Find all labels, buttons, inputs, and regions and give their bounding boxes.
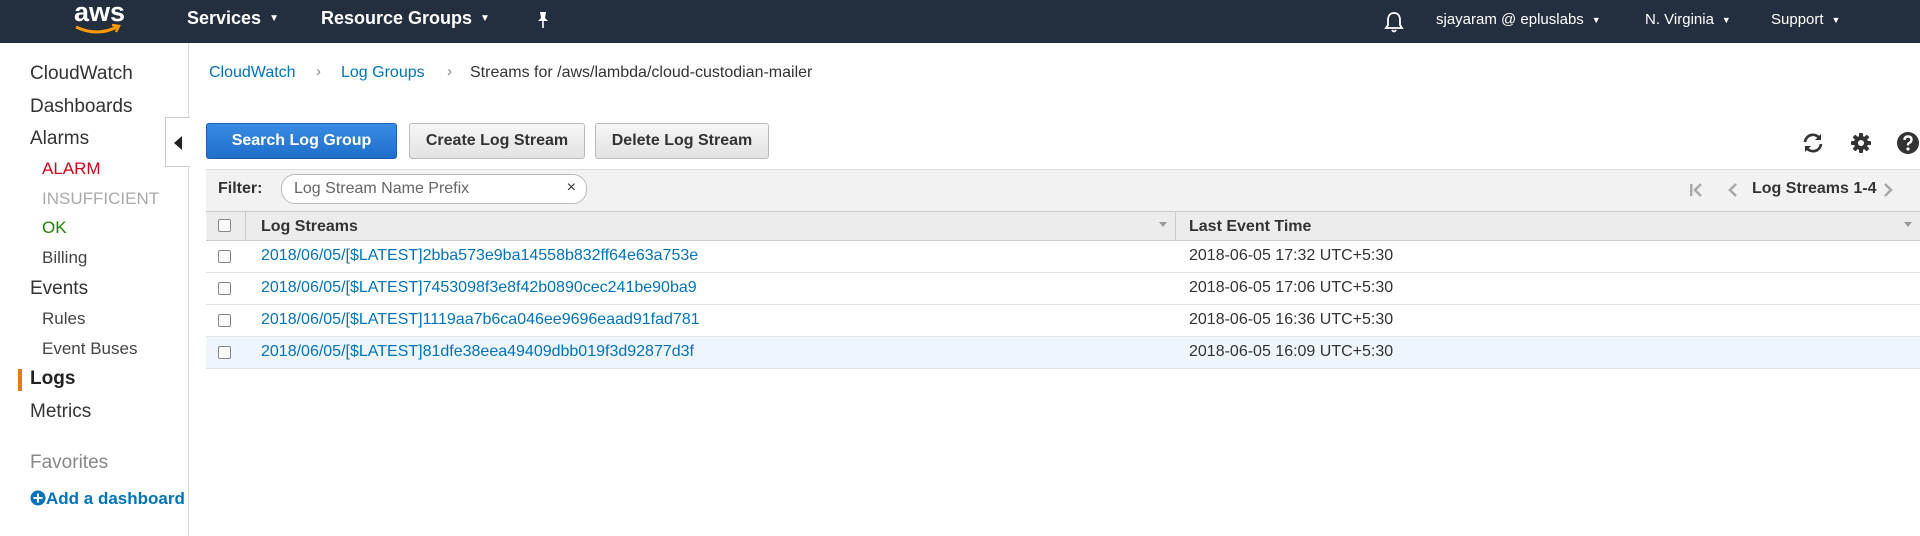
table-header: Log Streams Last Event Time (206, 211, 1920, 241)
settings-gear-icon[interactable] (1849, 131, 1873, 155)
breadcrumb-log-groups[interactable]: Log Groups (341, 64, 425, 82)
sidebar-item-ok-state[interactable]: OK (42, 218, 67, 238)
log-stream-link[interactable]: 2018/06/05/[$LATEST]2bba573e9ba14558b832… (261, 247, 698, 265)
breadcrumb-cloudwatch[interactable]: CloudWatch (209, 64, 296, 82)
breadcrumb-current: Streams for /aws/lambda/cloud-custodian-… (470, 64, 813, 81)
log-stream-link[interactable]: 2018/06/05/[$LATEST]1119aa7b6ca046ee9696… (261, 311, 700, 329)
table-row[interactable]: 2018/06/05/[$LATEST]2bba573e9ba14558b832… (206, 241, 1920, 273)
log-stream-prefix-input[interactable] (294, 178, 554, 200)
table-row[interactable]: 2018/06/05/[$LATEST]81dfe38eea49409dbb01… (206, 337, 1920, 369)
last-event-time: 2018-06-05 16:36 UTC+5:30 (1189, 311, 1394, 328)
plus-circle-icon (30, 490, 46, 506)
aws-smile-icon (75, 24, 121, 34)
services-label: Services (187, 8, 262, 28)
filter-bar: Filter: × Log Streams 1-4 (206, 169, 1920, 211)
support-label: Support (1771, 11, 1824, 28)
support-menu[interactable]: Support ▼ (1771, 0, 1840, 43)
add-dashboard-label: Add a dashboard (46, 489, 185, 508)
create-log-stream-button[interactable]: Create Log Stream (409, 123, 585, 159)
row-checkbox[interactable] (218, 346, 231, 359)
chevron-down-icon: ▼ (1591, 15, 1601, 26)
select-all-checkbox[interactable] (218, 219, 231, 232)
sidebar-item-alarm-state[interactable]: ALARM (42, 159, 101, 179)
filter-input-container[interactable]: × (281, 174, 587, 204)
column-header-log-streams[interactable]: Log Streams (261, 218, 358, 236)
next-page-icon[interactable] (1882, 182, 1894, 198)
chevron-down-icon: ▼ (480, 13, 490, 25)
row-checkbox[interactable] (218, 282, 231, 295)
sidebar-item-dashboards[interactable]: Dashboards (30, 96, 132, 118)
chevron-down-icon: ▼ (269, 13, 279, 25)
sidebar-item-metrics[interactable]: Metrics (30, 401, 91, 423)
sidebar-item-events[interactable]: Events (30, 278, 88, 300)
account-menu[interactable]: sjayaram @ epluslabs ▼ (1436, 0, 1601, 43)
help-icon[interactable] (1896, 131, 1920, 155)
aws-logo[interactable]: aws (72, 0, 125, 38)
sidebar-item-rules[interactable]: Rules (42, 309, 85, 329)
active-indicator (18, 369, 22, 391)
sidebar-item-alarms[interactable]: Alarms (30, 128, 89, 150)
favorites-heading: Favorites (30, 452, 109, 473)
last-event-time: 2018-06-05 17:06 UTC+5:30 (1189, 279, 1394, 296)
clear-filter-icon[interactable]: × (567, 179, 576, 197)
sort-caret-icon[interactable] (1159, 222, 1167, 227)
filter-label: Filter: (218, 180, 263, 197)
log-stream-link[interactable]: 2018/06/05/[$LATEST]81dfe38eea49409dbb01… (261, 343, 694, 361)
column-header-last-event-time[interactable]: Last Event Time (1189, 218, 1311, 236)
top-navigation-bar: aws Services ▼ Resource Groups ▼ sjayaram … (0, 0, 1920, 43)
region-menu[interactable]: N. Virginia ▼ (1645, 0, 1731, 43)
caret-left-icon (174, 136, 182, 150)
chevron-right-icon: › (447, 63, 452, 80)
sidebar-item-logs[interactable]: Logs (30, 368, 75, 390)
sidebar-item-event-buses[interactable]: Event Buses (42, 339, 137, 359)
add-dashboard-link[interactable]: Add a dashboard (30, 489, 188, 509)
account-label: sjayaram @ epluslabs (1436, 11, 1584, 28)
column-divider (245, 212, 246, 241)
row-checkbox[interactable] (218, 250, 231, 263)
refresh-icon[interactable] (1801, 131, 1825, 155)
first-page-icon[interactable] (1688, 182, 1706, 198)
search-log-group-button[interactable]: Search Log Group (206, 123, 397, 159)
last-event-time: 2018-06-05 17:32 UTC+5:30 (1189, 247, 1394, 264)
sidebar-item-billing[interactable]: Billing (42, 248, 87, 268)
sidebar-item-insufficient-state[interactable]: INSUFFICIENT (42, 189, 159, 209)
chevron-down-icon: ▼ (1721, 15, 1731, 26)
sidebar-collapse-toggle[interactable] (165, 117, 190, 167)
table-row[interactable]: 2018/06/05/[$LATEST]1119aa7b6ca046ee9696… (206, 305, 1920, 337)
region-label: N. Virginia (1645, 11, 1714, 28)
chevron-right-icon: › (316, 63, 321, 80)
services-menu[interactable]: Services ▼ (187, 0, 279, 43)
table-row[interactable]: 2018/06/05/[$LATEST]7453098f3e8f42b0890c… (206, 273, 1920, 305)
sidebar-item-cloudwatch[interactable]: CloudWatch (30, 63, 133, 85)
column-divider (1175, 212, 1176, 241)
notifications-bell-icon[interactable] (1384, 9, 1404, 33)
sidebar: CloudWatch Dashboards Alarms ALARM INSUF… (0, 43, 189, 536)
previous-page-icon[interactable] (1727, 182, 1739, 198)
chevron-down-icon: ▼ (1831, 15, 1841, 26)
sort-caret-icon[interactable] (1904, 222, 1912, 227)
resource-groups-label: Resource Groups (321, 8, 473, 28)
resource-groups-menu[interactable]: Resource Groups ▼ (321, 0, 490, 43)
log-stream-link[interactable]: 2018/06/05/[$LATEST]7453098f3e8f42b0890c… (261, 279, 697, 297)
last-event-time: 2018-06-05 16:09 UTC+5:30 (1189, 343, 1394, 360)
row-checkbox[interactable] (218, 314, 231, 327)
delete-log-stream-button[interactable]: Delete Log Stream (595, 123, 769, 159)
pager-label: Log Streams 1-4 (1752, 180, 1877, 197)
pin-icon[interactable] (535, 6, 551, 49)
